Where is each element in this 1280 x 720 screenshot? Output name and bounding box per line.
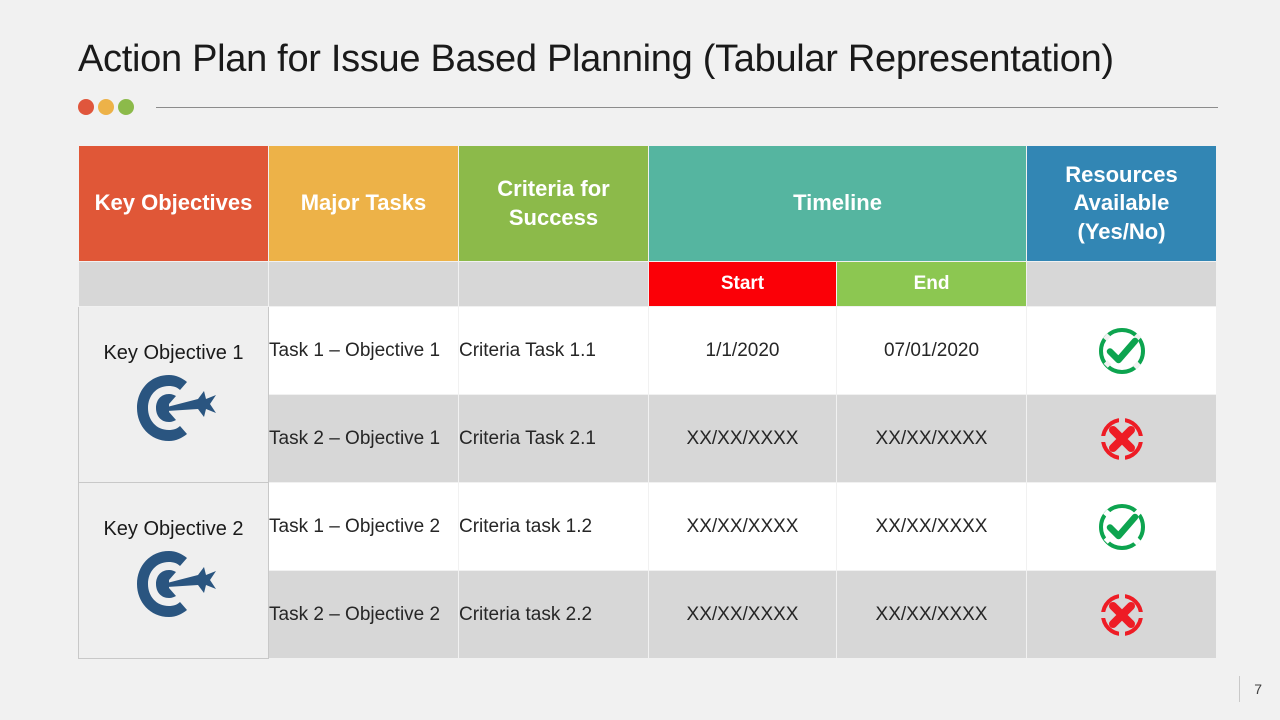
accent-dot-yellow — [98, 99, 114, 115]
objective-label: Key Objective 2 — [103, 518, 244, 540]
table-row: Key Objective 1 Task 1 – Objective 1 Cri… — [78, 306, 1218, 483]
start-date-cell: 1/1/2020 — [648, 306, 837, 395]
title-decoration — [78, 96, 1218, 118]
task-cell: Task 2 – Objective 1 — [268, 394, 459, 483]
accent-dot-orange — [78, 99, 94, 115]
cross-circle-icon — [1098, 591, 1145, 638]
task-cell: Task 1 – Objective 1 — [268, 306, 459, 395]
page-title: Action Plan for Issue Based Planning (Ta… — [78, 38, 1114, 80]
end-date-cell: XX/XX/XXXX — [835, 394, 1028, 483]
table-header-row: Key Objectives Major Tasks Criteria for … — [78, 145, 1218, 262]
resource-status-cell — [1026, 394, 1218, 483]
page-number: 7 — [1254, 681, 1262, 697]
subheader-blank-major-tasks — [268, 261, 459, 307]
column-header-criteria-for-success: Criteria for Success — [458, 145, 649, 262]
end-date-cell: 07/01/2020 — [835, 306, 1028, 395]
resource-status-cell — [1026, 570, 1218, 659]
column-header-key-objectives: Key Objectives — [78, 145, 269, 262]
target-dart-icon — [136, 375, 216, 441]
target-dart-icon — [136, 551, 216, 617]
objective-label: Key Objective 1 — [103, 342, 244, 364]
cross-circle-icon — [1098, 415, 1145, 462]
end-date-cell: XX/XX/XXXX — [835, 482, 1028, 571]
resource-status-cell — [1026, 306, 1218, 395]
action-plan-table: Key Objectives Major Tasks Criteria for … — [78, 145, 1218, 659]
criteria-cell: Criteria Task 2.1 — [458, 394, 649, 483]
accent-dot-green — [118, 99, 134, 115]
criteria-cell: Criteria task 1.2 — [458, 482, 649, 571]
objective-cell-1: Key Objective 1 — [78, 306, 269, 483]
title-divider-line — [156, 106, 1218, 108]
subheader-blank-criteria — [458, 261, 649, 307]
objective-cell-2: Key Objective 2 — [78, 482, 269, 659]
task-cell: Task 1 – Objective 2 — [268, 482, 459, 571]
end-date-cell: XX/XX/XXXX — [835, 570, 1028, 659]
start-date-cell: XX/XX/XXXX — [648, 482, 837, 571]
task-cell: Task 2 – Objective 2 — [268, 570, 459, 659]
start-date-cell: XX/XX/XXXX — [648, 394, 837, 483]
start-date-cell: XX/XX/XXXX — [648, 570, 837, 659]
resource-status-cell — [1026, 482, 1218, 571]
criteria-cell: Criteria Task 1.1 — [458, 306, 649, 395]
column-header-major-tasks: Major Tasks — [268, 145, 459, 262]
criteria-cell: Criteria task 2.2 — [458, 570, 649, 659]
column-header-timeline: Timeline — [647, 145, 1028, 262]
subheader-blank-resources — [1026, 261, 1218, 307]
subheader-end: End — [835, 261, 1028, 307]
column-header-resources-available: Resources Available (Yes/No) — [1026, 145, 1218, 262]
table-subheader-row: Start End — [78, 261, 1218, 307]
table-row: Key Objective 2 Task 1 – Objective 2 Cri… — [78, 482, 1218, 659]
subheader-blank-key-objectives — [78, 261, 269, 307]
check-circle-icon — [1098, 503, 1145, 550]
page-number-block: 7 — [1239, 676, 1262, 702]
subheader-start: Start — [648, 261, 837, 307]
check-circle-icon — [1098, 327, 1145, 374]
page-number-divider — [1239, 676, 1241, 702]
